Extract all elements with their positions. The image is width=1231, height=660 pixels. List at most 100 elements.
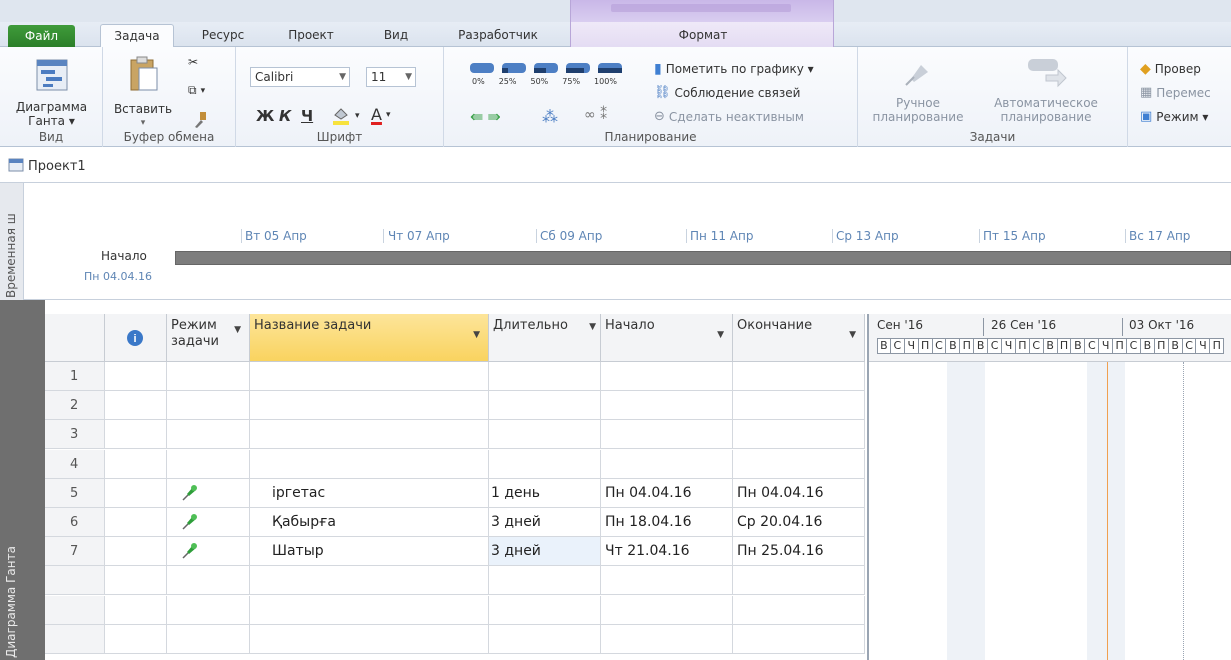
row-number[interactable] <box>45 624 105 654</box>
respect-links-button[interactable]: ⛓ Соблюдение связей <box>654 85 800 100</box>
cell-task-name[interactable] <box>250 624 489 654</box>
font-size-combo[interactable]: 11 ▼ <box>366 67 416 87</box>
row-number[interactable] <box>45 566 105 596</box>
cell-start[interactable] <box>601 566 733 596</box>
tab-resource[interactable]: Ресурс <box>190 24 256 47</box>
cell-mode[interactable] <box>167 566 250 596</box>
bold-button[interactable]: Ж <box>256 107 274 125</box>
row-number[interactable]: 2 <box>45 391 105 421</box>
cell-duration[interactable]: 1 день <box>489 478 601 508</box>
cell-start[interactable] <box>601 624 733 654</box>
table-row[interactable]: 2 <box>45 391 865 421</box>
cell-finish[interactable] <box>733 566 865 596</box>
cell-mode[interactable] <box>167 362 250 391</box>
cell-task-name[interactable] <box>250 420 489 450</box>
cell-finish[interactable] <box>733 624 865 654</box>
mark-on-track-button[interactable]: ▮ Пометить по графику ▾ <box>654 61 814 77</box>
underline-button[interactable]: Ч <box>301 107 313 125</box>
cell-duration[interactable] <box>489 391 601 421</box>
chevron-down-icon[interactable]: ▼ <box>473 330 480 340</box>
cell-duration[interactable] <box>489 566 601 596</box>
cell-start[interactable] <box>601 449 733 479</box>
cell-finish[interactable]: Пн 04.04.16 <box>733 478 865 508</box>
cell-info[interactable] <box>105 449 167 479</box>
table-row[interactable]: 1 <box>45 362 865 391</box>
cell-finish[interactable] <box>733 420 865 450</box>
paste-button[interactable]: Вставить ▾ <box>113 55 173 130</box>
outdent-indent-icons[interactable]: ⇚ ⇛ <box>470 107 501 126</box>
cell-finish[interactable] <box>733 595 865 625</box>
row-number[interactable] <box>45 595 105 625</box>
cell-mode[interactable] <box>167 624 250 654</box>
chevron-down-icon[interactable]: ▼ <box>589 322 596 332</box>
cell-info[interactable] <box>105 595 167 625</box>
cell-start[interactable]: Пн 18.04.16 <box>601 508 733 537</box>
cell-start[interactable]: Пн 04.04.16 <box>601 478 733 508</box>
cell-task-name[interactable]: іргетас <box>250 478 489 508</box>
cell-task-name[interactable] <box>250 449 489 479</box>
column-header-mode[interactable]: Режим задачи ▼ <box>167 314 250 362</box>
cell-start[interactable] <box>601 595 733 625</box>
tab-project[interactable]: Проект <box>276 24 346 47</box>
tab-format[interactable]: Формат <box>570 22 834 47</box>
copy-icon[interactable]: ⧉ ▾ <box>188 83 205 98</box>
row-number[interactable]: 7 <box>45 537 105 567</box>
select-all-cell[interactable] <box>45 314 105 362</box>
cell-finish[interactable]: Пн 25.04.16 <box>733 537 865 567</box>
paste-dropdown-arrow[interactable]: ▾ <box>113 116 173 130</box>
cell-mode[interactable] <box>167 391 250 421</box>
cell-info[interactable] <box>105 537 167 567</box>
cell-duration[interactable] <box>489 595 601 625</box>
table-row[interactable]: 6 Қабырға 3 дней Пн 18.04.16 Ср 20.04.16 <box>45 508 865 537</box>
cell-finish[interactable] <box>733 449 865 479</box>
cell-start[interactable]: Чт 21.04.16 <box>601 537 733 567</box>
cell-mode[interactable] <box>167 508 250 537</box>
cell-mode[interactable] <box>167 537 250 567</box>
chevron-down-icon[interactable]: ▼ <box>234 322 241 338</box>
table-row[interactable]: 7 Шатыр 3 дней Чт 21.04.16 Пн 25.04.16 <box>45 537 865 567</box>
column-header-finish[interactable]: Окончание ▼ <box>733 314 865 362</box>
cell-duration[interactable] <box>489 449 601 479</box>
cell-start[interactable] <box>601 420 733 450</box>
row-number[interactable]: 1 <box>45 362 105 391</box>
cell-info[interactable] <box>105 566 167 596</box>
mode-button[interactable]: ▣ Режим ▾ <box>1140 109 1208 124</box>
column-header-name[interactable]: Название задачи ▼ <box>250 314 489 362</box>
tab-file[interactable]: Файл <box>8 25 75 47</box>
column-header-duration[interactable]: Длительно ▼ <box>489 314 601 362</box>
cell-task-name[interactable] <box>250 391 489 421</box>
cell-task-name[interactable]: Қабырға <box>250 508 489 537</box>
cell-task-name[interactable] <box>250 362 489 391</box>
row-number[interactable]: 4 <box>45 449 105 479</box>
split-task-icon[interactable]: ⁂ <box>542 107 558 126</box>
cell-task-name[interactable]: Шатыр <box>250 537 489 567</box>
table-row[interactable]: 5 іргетас 1 день Пн 04.04.16 Пн 04.04.16 <box>45 478 865 508</box>
cut-icon[interactable]: ✂ <box>188 55 198 69</box>
tab-task[interactable]: Задача <box>100 24 174 49</box>
move-button[interactable]: ▦ Перемес <box>1140 85 1211 100</box>
font-color-button[interactable]: A ▾ <box>371 105 390 124</box>
format-painter-icon[interactable] <box>191 111 209 129</box>
table-row[interactable] <box>45 624 865 654</box>
cell-info[interactable] <box>105 624 167 654</box>
cell-start[interactable] <box>601 391 733 421</box>
auto-schedule-button[interactable]: Автоматическое планирование <box>976 55 1116 124</box>
column-header-start[interactable]: Начало ▼ <box>601 314 733 362</box>
chevron-down-icon[interactable]: ▼ <box>849 330 856 340</box>
gantt-chart-button[interactable]: Диаграмма Ганта ▾ <box>4 57 99 128</box>
cell-info[interactable] <box>105 362 167 391</box>
cell-mode[interactable] <box>167 478 250 508</box>
link-unlink-icons[interactable]: ∞ ⁑ <box>584 107 607 123</box>
cell-task-name[interactable] <box>250 566 489 596</box>
cell-duration[interactable]: 3 дней <box>489 537 601 567</box>
chevron-down-icon[interactable]: ▼ <box>717 330 724 340</box>
cell-finish[interactable]: Ср 20.04.16 <box>733 508 865 537</box>
italic-button[interactable]: К <box>279 107 291 125</box>
gantt-chart-area[interactable]: Сен '16 26 Сен '16 03 Окт '16 ВСЧПСВПВСЧ… <box>867 314 1231 660</box>
timeline[interactable]: Вт 05 Апр Чт 07 Апр Сб 09 Апр Пн 11 Апр … <box>24 183 1231 300</box>
tab-view[interactable]: Вид <box>376 24 416 47</box>
cell-duration[interactable] <box>489 420 601 450</box>
row-number[interactable]: 5 <box>45 478 105 508</box>
highlight-color-button[interactable]: ▾ <box>331 107 360 125</box>
cell-duration[interactable]: 3 дней <box>489 508 601 537</box>
